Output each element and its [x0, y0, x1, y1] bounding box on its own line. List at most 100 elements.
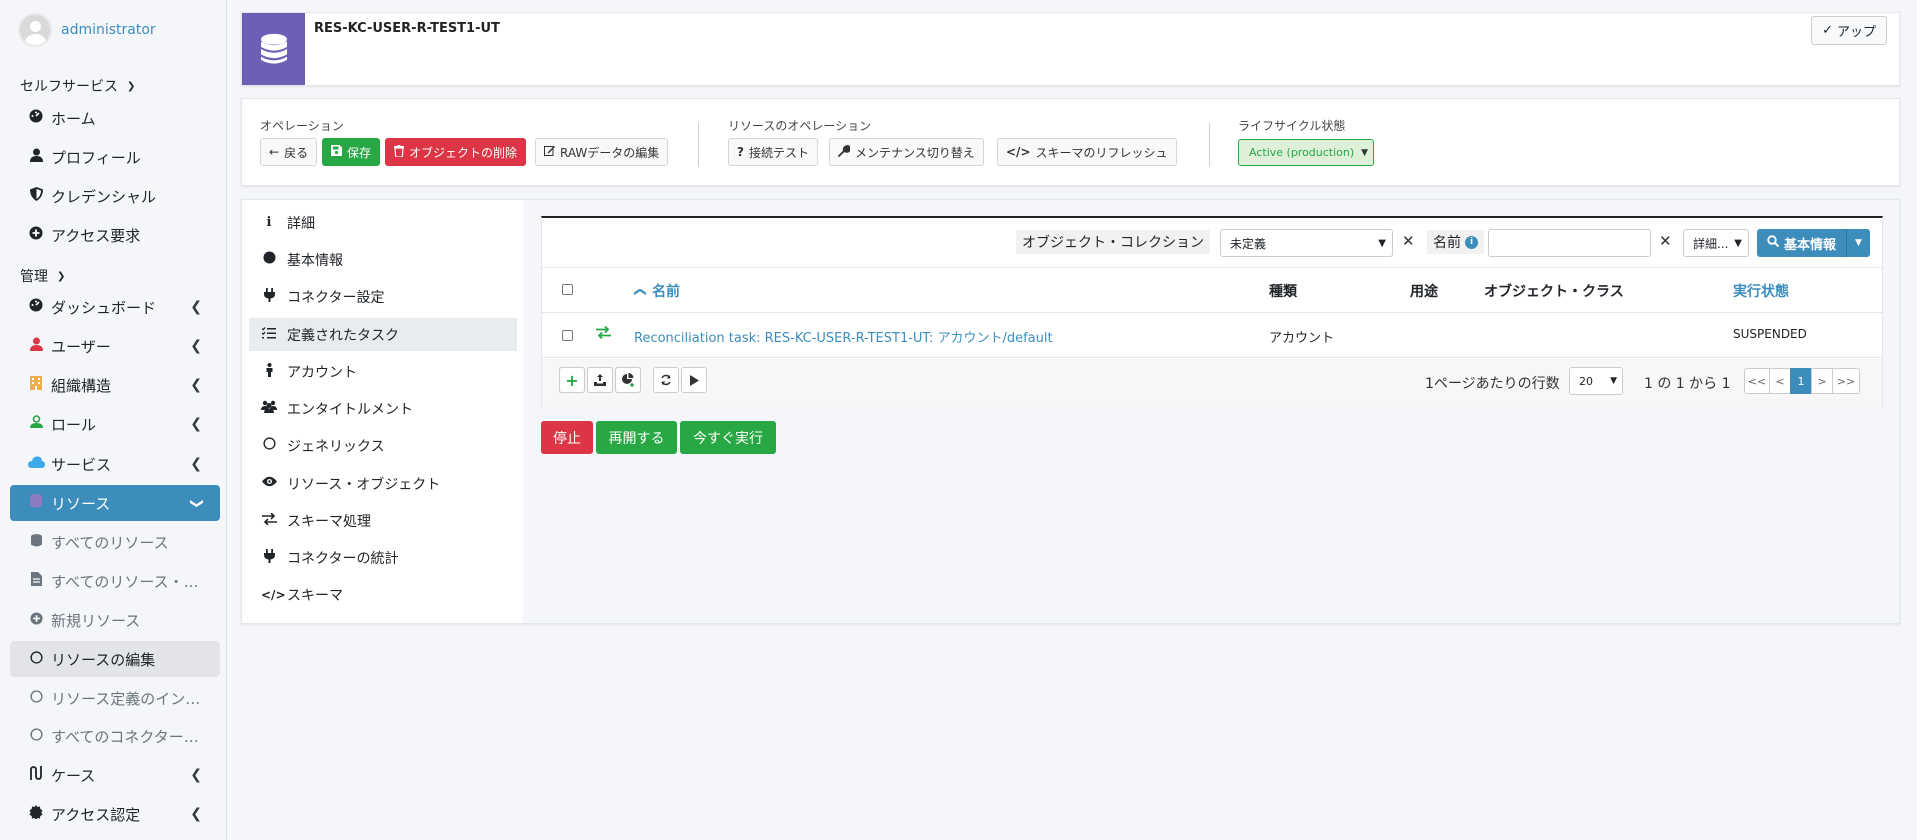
name-input[interactable] [1488, 229, 1651, 257]
chart-add-icon[interactable] [615, 367, 641, 393]
details-dropdown[interactable]: 詳細... ▼ [1683, 229, 1749, 257]
add-icon[interactable]: + [559, 367, 585, 393]
run-now-button[interactable]: 今すぐ実行 [680, 421, 776, 454]
sidebar: administrator セルフサービス ❯ ホーム プロフィール クレデンシ… [0, 0, 227, 840]
sidebar-item-home[interactable]: ホーム [10, 100, 220, 136]
caret-down-icon[interactable]: ▼ [1846, 229, 1870, 257]
basic-search-label: 基本情報 [1784, 237, 1837, 253]
edit-raw-button[interactable]: RAWデータの編集 [535, 138, 669, 166]
prev-page-button[interactable]: < [1769, 368, 1791, 394]
tab-schema[interactable]: </> スキーマ [249, 578, 517, 611]
stop-button[interactable]: 停止 [541, 421, 593, 454]
code-icon: </> [261, 587, 286, 602]
first-page-button[interactable]: << [1744, 368, 1770, 394]
tab-basic-info[interactable]: 基本情報 [249, 243, 517, 276]
chevron-down-icon: ▼ [1361, 147, 1368, 158]
code-icon: </> [1006, 145, 1031, 159]
task-name-link[interactable]: Reconciliation task: RES-KC-USER-R-TEST1… [634, 327, 1053, 346]
sidebar-item-services[interactable]: サービス ❮ [10, 446, 220, 482]
check-icon: ✓ [1822, 23, 1833, 38]
collection-value: 未定義 [1230, 236, 1267, 251]
operations-card: オペレーション ← 戻る 保存 オブジェクトの削除 RAWデータの編集 リソース… [241, 98, 1900, 186]
resume-button[interactable]: 再開する [596, 421, 677, 454]
collection-label: オブジェクト・コレクション [1016, 230, 1210, 254]
dashboard-icon [28, 109, 44, 127]
tab-schema-handling[interactable]: スキーマ処理 [249, 504, 517, 537]
sidebar-item-label: サービス [51, 455, 112, 474]
chevron-left-icon: ❮ [190, 456, 202, 472]
delete-object-button[interactable]: オブジェクトの削除 [385, 138, 527, 166]
sidebar-item-all-resources[interactable]: すべてのリソース [10, 524, 220, 560]
sort-name-header[interactable]: ❯ 名前 [632, 281, 680, 301]
up-button-label: アップ [1836, 25, 1876, 40]
maintenance-toggle-button[interactable]: メンテナンス切り替え [829, 138, 984, 166]
back-button[interactable]: ← 戻る [260, 138, 318, 166]
tab-accounts[interactable]: アカウント [249, 355, 517, 388]
sidebar-item-profile[interactable]: プロフィール [10, 139, 220, 175]
sidebar-item-resources[interactable]: リソース ❯ [10, 485, 220, 521]
task-exec-state: SUSPENDED [1733, 327, 1807, 341]
sidebar-item-resource-def-import[interactable]: リソース定義のイン… [10, 680, 220, 716]
database-icon [28, 533, 44, 551]
search-icon [1767, 235, 1780, 251]
name-label: 名前 [1433, 235, 1461, 251]
clear-name-icon[interactable]: ✕ [1659, 232, 1672, 250]
rows-per-page-select[interactable]: 20 ▼ [1569, 367, 1623, 395]
tab-resource-objects[interactable]: リソース・オブジェクト [249, 467, 517, 500]
test-connection-button[interactable]: ? 接続テスト [728, 138, 818, 166]
page-1-button[interactable]: 1 [1790, 368, 1812, 394]
case-icon [28, 766, 44, 784]
sidebar-item-all-connectors[interactable]: すべてのコネクター… [10, 718, 220, 754]
tab-details[interactable]: i 詳細 [249, 206, 517, 239]
user-panel[interactable]: administrator [18, 13, 156, 47]
row-checkbox[interactable] [562, 330, 573, 341]
lifecycle-select[interactable]: Active (production) ▼ [1238, 139, 1374, 166]
sidebar-item-org[interactable]: 組織構造 ❮ [10, 367, 220, 403]
basic-search-button[interactable]: 基本情報 ▼ [1757, 229, 1870, 257]
database-icon [242, 13, 305, 85]
tab-label: 詳細 [287, 215, 315, 232]
refresh-icon[interactable] [653, 367, 679, 393]
exec-state-header[interactable]: 実行状態 [1733, 281, 1789, 301]
tab-connector-stats[interactable]: コネクターの統計 [249, 541, 517, 574]
chevron-down-icon: ▼ [1610, 376, 1617, 386]
sidebar-item-edit-resource[interactable]: リソースの編集 [10, 641, 220, 677]
tab-generics[interactable]: ジェネリックス [249, 429, 517, 462]
import-icon[interactable] [587, 367, 613, 393]
play-icon[interactable] [681, 367, 707, 393]
sidebar-item-roles[interactable]: ロール ❮ [10, 406, 220, 442]
sidebar-item-label: プロフィール [51, 148, 141, 167]
usage-header: 用途 [1410, 284, 1438, 300]
filter-bar: オブジェクト・コレクション 未定義 ▼ ✕ 名前 i ✕ 詳細... ▼ 基本情… [542, 218, 1882, 268]
sidebar-item-credentials[interactable]: クレデンシャル [10, 178, 220, 214]
chevron-left-icon: ❮ [190, 377, 202, 393]
tab-defined-tasks[interactable]: 定義されたタスク [249, 318, 517, 351]
nav-header-admin[interactable]: 管理 ❯ [20, 266, 65, 286]
sidebar-item-all-resource-objects[interactable]: すべてのリソース・… [10, 563, 220, 599]
save-button[interactable]: 保存 [322, 138, 381, 166]
user-name[interactable]: administrator [61, 22, 156, 38]
sidebar-item-users[interactable]: ユーザー ❮ [10, 328, 220, 364]
nav-header-selfservice[interactable]: セルフサービス ❯ [20, 76, 135, 96]
up-button[interactable]: ✓ アップ [1811, 16, 1887, 45]
delete-button-label: オブジェクトの削除 [409, 145, 518, 160]
sidebar-item-label: すべてのコネクター… [51, 727, 199, 746]
clear-collection-icon[interactable]: ✕ [1402, 232, 1415, 250]
collection-select[interactable]: 未定義 ▼ [1220, 229, 1393, 257]
sidebar-item-dashboard[interactable]: ダッシュボード ❮ [10, 289, 220, 325]
next-page-button[interactable]: > [1811, 368, 1833, 394]
object-class-header: オブジェクト・クラス [1484, 284, 1624, 300]
sidebar-item-access-request[interactable]: アクセス要求 [10, 217, 220, 253]
sort-up-icon: ❯ [632, 286, 647, 298]
sidebar-item-new-resource[interactable]: 新規リソース [10, 602, 220, 638]
tab-entitlements[interactable]: エンタイトルメント [249, 392, 517, 425]
refresh-schema-button[interactable]: </> スキーマのリフレッシュ [997, 138, 1177, 166]
sidebar-item-label: ケース [51, 766, 96, 785]
sidebar-item-certification[interactable]: アクセス認定 ❮ [10, 796, 220, 832]
last-page-button[interactable]: >> [1832, 368, 1860, 394]
rows-per-page-label: 1ページあたりの行数 [1425, 376, 1560, 392]
tab-connector-settings[interactable]: コネクター設定 [249, 280, 517, 313]
select-all-checkbox[interactable] [562, 284, 573, 295]
separator [1209, 123, 1210, 167]
sidebar-item-cases[interactable]: ケース ❮ [10, 757, 220, 793]
